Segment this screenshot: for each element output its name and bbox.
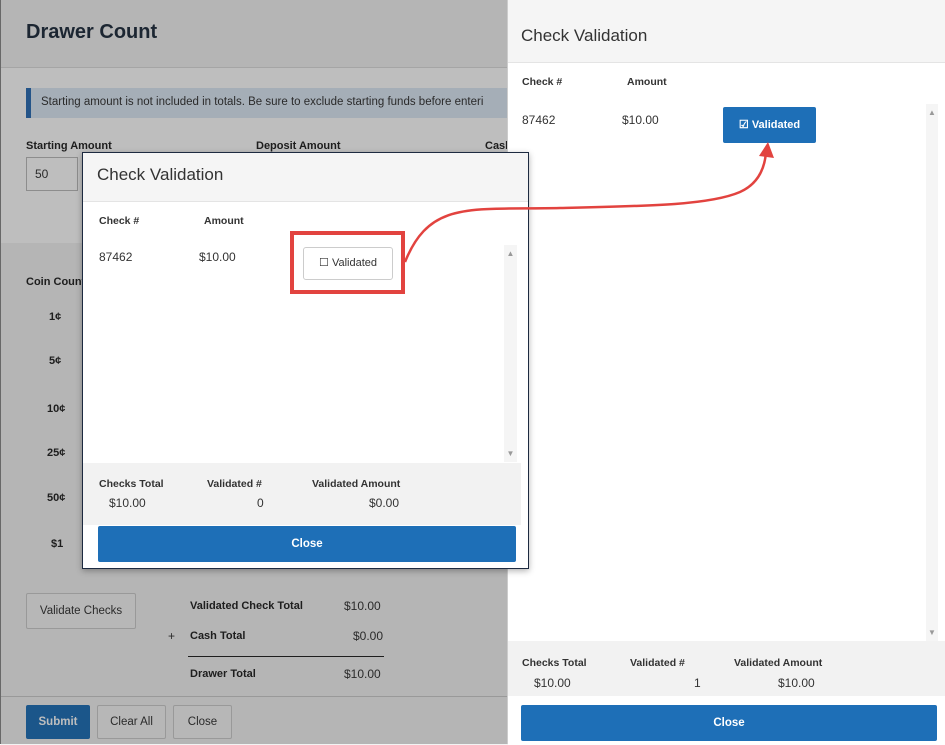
annotation-arrow-icon (403, 142, 774, 263)
